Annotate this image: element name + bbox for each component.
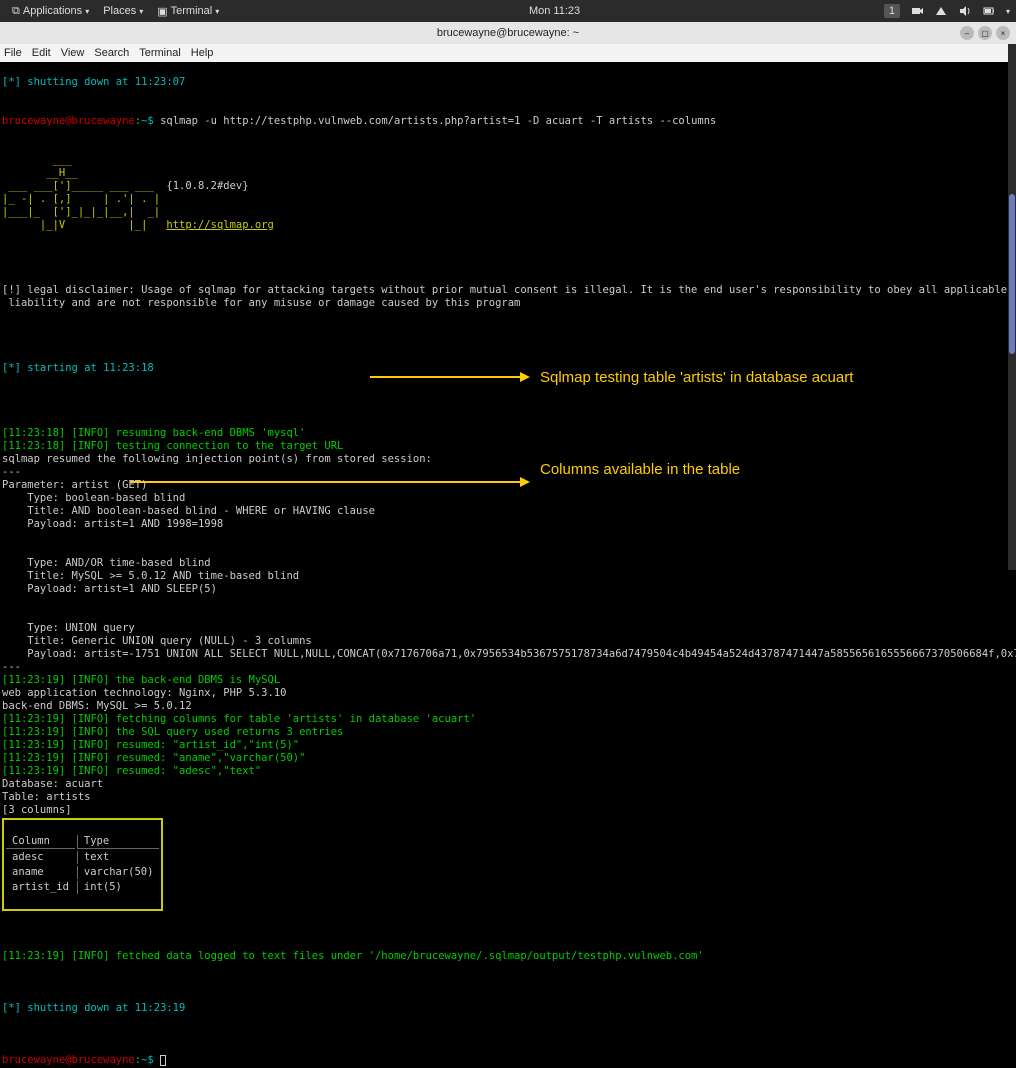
table-row: adesctext xyxy=(6,851,159,864)
menu-search[interactable]: Search xyxy=(94,47,129,59)
output-line: Type: AND/OR time-based blind xyxy=(2,557,211,569)
output-line: web application technology: Nginx, PHP 5… xyxy=(2,687,286,699)
output-line: Table: artists xyxy=(2,791,91,803)
cell: aname xyxy=(6,866,75,879)
info-line: [11:23:19] [INFO] the SQL query used ret… xyxy=(2,726,343,738)
output-line: Title: AND boolean-based blind - WHERE o… xyxy=(2,505,375,517)
output-line: Title: MySQL >= 5.0.12 AND time-based bl… xyxy=(2,570,299,582)
vertical-scrollbar[interactable] xyxy=(1008,44,1016,570)
prompt-user: brucewayne@brucewayne xyxy=(2,1054,135,1066)
table-header-row: ColumnType xyxy=(6,835,159,849)
info-line: [11:23:19] [INFO] resumed: "adesc","text… xyxy=(2,765,261,777)
info-line: [11:23:19] [INFO] resumed: "aname","varc… xyxy=(2,752,305,764)
separator: --- xyxy=(2,466,21,478)
header-column: Column xyxy=(6,835,75,849)
terminal-viewport[interactable]: [*] shutting down at 11:23:07 brucewayne… xyxy=(0,62,1016,1068)
output-line: sqlmap resumed the following injection p… xyxy=(2,453,432,465)
battery-icon[interactable] xyxy=(982,4,996,18)
output-line: Payload: artist=1 AND SLEEP(5) xyxy=(2,583,217,595)
minimize-button[interactable]: – xyxy=(960,26,974,40)
annotation-arrow xyxy=(130,475,530,489)
output-line: Parameter: artist (GET) xyxy=(2,479,147,491)
window-titlebar[interactable]: brucewayne@brucewayne: ~ – ▢ × xyxy=(0,22,1016,44)
output-line: [*] starting at 11:23:18 xyxy=(2,362,154,374)
desktop-top-panel: ⧉Applications ▾ Places ▾ ▣Terminal ▾ Mon… xyxy=(0,0,1016,22)
output-line: [3 columns] xyxy=(2,804,72,816)
columns-table: ColumnType adesctext anamevarchar(50) ar… xyxy=(4,833,161,896)
output-line: Payload: artist=-1751 UNION ALL SELECT N… xyxy=(2,648,1016,660)
output-line: Payload: artist=1 AND 1998=1998 xyxy=(2,518,223,530)
log-path: /home/brucewayne/.sqlmap/output/testphp.… xyxy=(375,950,697,962)
annotation-text: Sqlmap testing table 'artists' in databa… xyxy=(540,368,920,388)
command-text: sqlmap -u http://testphp.vulnweb.com/art… xyxy=(160,115,716,127)
output-line: [*] shutting down at 11:23:07 xyxy=(2,76,185,88)
cell: int(5) xyxy=(77,881,160,894)
network-icon[interactable] xyxy=(934,4,948,18)
annotation-text: Columns available in the table xyxy=(540,460,800,480)
scrollbar-thumb[interactable] xyxy=(1009,194,1015,354)
menu-edit[interactable]: Edit xyxy=(32,47,51,59)
system-menu[interactable]: ▾ xyxy=(1006,7,1010,16)
menu-help[interactable]: Help xyxy=(191,47,214,59)
info-line: [11:23:19] [INFO] the back-end DBMS is M… xyxy=(2,674,280,686)
info-value: 'mysql' xyxy=(261,427,305,439)
menu-file[interactable]: File xyxy=(4,47,22,59)
clock[interactable]: Mon 11:23 xyxy=(225,5,884,17)
output-line: back-end DBMS: MySQL >= 5.0.12 xyxy=(2,700,192,712)
cell: varchar(50) xyxy=(77,866,160,879)
menu-terminal[interactable]: Terminal xyxy=(139,47,181,59)
output-line: Database: acuart xyxy=(2,778,103,790)
sqlmap-banner: ___ __H__ ___ ___[']_____ ___ ___ xyxy=(2,154,166,192)
cell: text xyxy=(77,851,160,864)
close-button[interactable]: × xyxy=(996,26,1010,40)
table-row: anamevarchar(50) xyxy=(6,866,159,879)
menu-view[interactable]: View xyxy=(61,47,85,59)
output-line: Title: Generic UNION query (NULL) - 3 co… xyxy=(2,635,312,647)
output-line: [*] shutting down at 11:23:19 xyxy=(2,1002,185,1014)
prompt-path: :~$ xyxy=(135,115,160,127)
cell: artist_id xyxy=(6,881,75,894)
prompt-user: brucewayne@brucewayne xyxy=(2,115,135,127)
info-line: [11:23:18] [INFO] resuming back-end DBMS xyxy=(2,427,261,439)
cell: adesc xyxy=(6,851,75,864)
maximize-button[interactable]: ▢ xyxy=(978,26,992,40)
header-type: Type xyxy=(77,835,160,849)
terminal-menubar: File Edit View Search Terminal Help xyxy=(0,44,1016,62)
info-line: [11:23:19] [INFO] fetched data logged to… xyxy=(2,950,375,962)
info-line: [11:23:19] [INFO] resumed: "artist_id","… xyxy=(2,739,299,751)
terminal-menu[interactable]: ▣Terminal ▾ xyxy=(151,5,225,18)
version-text: {1.0.8.2#dev} xyxy=(166,180,248,192)
terminal-icon: ▣ xyxy=(157,5,167,18)
output-line: Type: UNION query xyxy=(2,622,135,634)
disclaimer: [!] legal disclaimer: Usage of sqlmap fo… xyxy=(2,284,1016,296)
disclaimer: liability and are not responsible for an… xyxy=(2,297,520,309)
prompt-path: :~$ xyxy=(135,1054,160,1066)
volume-icon[interactable] xyxy=(958,4,972,18)
info-line: ' xyxy=(697,950,703,962)
terminal-cursor xyxy=(160,1055,166,1066)
separator: --- xyxy=(2,661,21,673)
workspace-indicator[interactable]: 1 xyxy=(884,4,900,18)
info-line: [11:23:19] [INFO] fetching columns for t… xyxy=(2,713,476,725)
apps-icon: ⧉ xyxy=(12,5,20,18)
columns-table-frame: ColumnType adesctext anamevarchar(50) ar… xyxy=(2,818,163,911)
recording-icon[interactable] xyxy=(910,4,924,18)
places-menu[interactable]: Places ▾ xyxy=(97,5,149,18)
info-line: [11:23:18] [INFO] testing connection to … xyxy=(2,440,343,452)
sqlmap-link[interactable]: http://sqlmap.org xyxy=(166,219,273,231)
output-line: Type: boolean-based blind xyxy=(2,492,185,504)
window-title: brucewayne@brucewayne: ~ xyxy=(437,27,579,39)
applications-menu[interactable]: ⧉Applications ▾ xyxy=(6,5,95,18)
table-row: artist_idint(5) xyxy=(6,881,159,894)
annotation-arrow xyxy=(370,370,530,384)
